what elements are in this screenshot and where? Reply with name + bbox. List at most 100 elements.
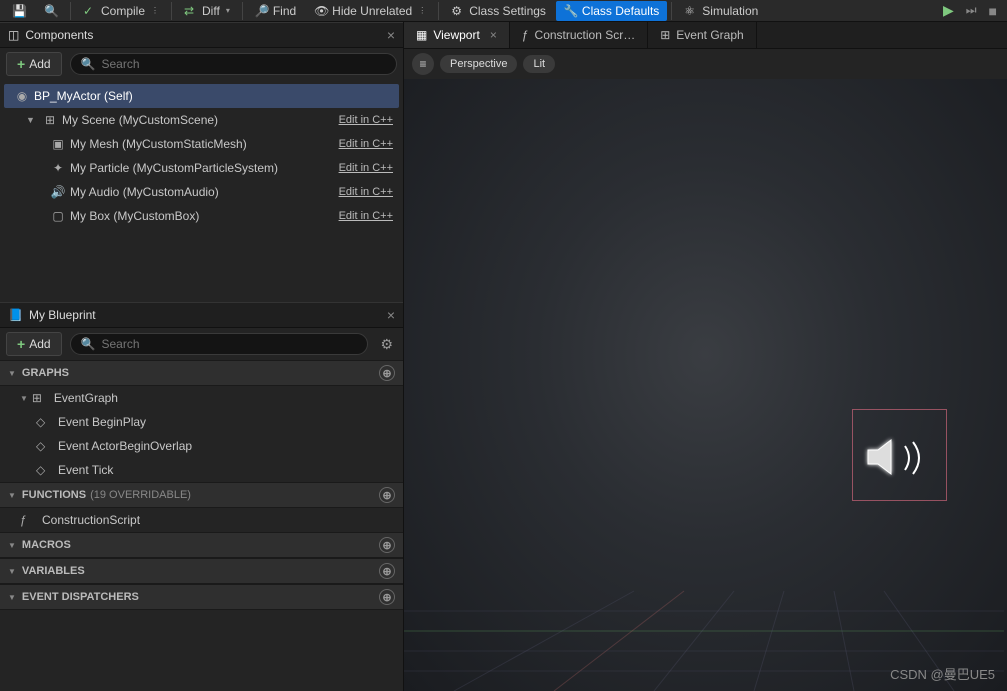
search-icon: 🔍: [81, 57, 96, 71]
perspective-dropdown[interactable]: Perspective: [440, 55, 517, 73]
scene-icon: ⊞: [42, 112, 58, 128]
save-button[interactable]: 💾: [4, 1, 34, 21]
components-title: Components: [25, 28, 93, 42]
tab-eventgraph[interactable]: ⊞ Event Graph: [648, 22, 756, 48]
diff-icon: ⇄: [184, 4, 198, 18]
dispatchers-section[interactable]: ▼ EVENT DISPATCHERS ⊕: [0, 584, 403, 610]
edit-cpp-link[interactable]: Edit in C++: [339, 138, 393, 150]
section-label: MACROS: [22, 539, 71, 551]
constructionscript-label: ConstructionScript: [42, 513, 140, 527]
myblueprint-tab[interactable]: 📘My Blueprint ×: [0, 302, 403, 328]
event-row[interactable]: ◇Event BeginPlay: [0, 410, 403, 434]
browse-icon: 🔍: [44, 4, 58, 18]
search-input[interactable]: [102, 57, 387, 71]
tab-label: Event Graph: [676, 28, 743, 42]
close-icon[interactable]: ×: [387, 27, 395, 43]
expand-icon[interactable]: ▼: [20, 394, 28, 403]
search-input[interactable]: [102, 337, 358, 351]
section-label: EVENT DISPATCHERS: [22, 591, 139, 603]
close-icon[interactable]: ×: [387, 307, 395, 323]
audio-component-gizmo[interactable]: [852, 409, 947, 501]
event-label: Event ActorBeginOverlap: [58, 439, 192, 453]
expand-icon[interactable]: ▼: [8, 593, 16, 602]
browse-button[interactable]: 🔍: [36, 1, 66, 21]
edit-cpp-link[interactable]: Edit in C++: [339, 186, 393, 198]
simulation-label: Simulation: [702, 4, 758, 18]
hide-unrelated-button[interactable]: 👁 Hide Unrelated ⋮: [306, 1, 434, 21]
mesh-icon: ▣: [50, 136, 66, 152]
macros-section[interactable]: ▼ MACROS ⊕: [0, 532, 403, 558]
add-macro-button[interactable]: ⊕: [379, 537, 395, 553]
section-label: VARIABLES: [22, 565, 85, 577]
diff-label: Diff: [202, 4, 220, 18]
functions-section[interactable]: ▼ FUNCTIONS (19 OVERRIDABLE) ⊕: [0, 482, 403, 508]
particle-icon: ✦: [50, 160, 66, 176]
box-icon: ▢: [50, 208, 66, 224]
gear-icon[interactable]: ⚙: [376, 336, 397, 353]
add-blueprint-button[interactable]: + Add: [6, 332, 62, 356]
class-settings-label: Class Settings: [469, 4, 546, 18]
tab-viewport[interactable]: ▦ Viewport ×: [404, 22, 510, 48]
soundwave-icon: [901, 438, 931, 478]
class-defaults-button[interactable]: 🔧 Class Defaults: [556, 1, 667, 21]
chevron-down-icon[interactable]: ⋮: [151, 6, 159, 15]
variables-section[interactable]: ▼ VARIABLES ⊕: [0, 558, 403, 584]
main-toolbar: 💾 🔍 ✓ Compile ⋮ ⇄ Diff ▾ 🔎 Find 👁 Hide U…: [0, 0, 1007, 22]
component-row[interactable]: ▢ My Box (MyCustomBox) Edit in C++: [4, 204, 399, 228]
section-label: GRAPHS: [22, 367, 69, 379]
play-button[interactable]: ▶: [937, 2, 960, 19]
diff-button[interactable]: ⇄ Diff ▾: [176, 1, 238, 21]
compile-button[interactable]: ✓ Compile ⋮: [75, 1, 167, 21]
find-button[interactable]: 🔎 Find: [247, 1, 304, 21]
event-row[interactable]: ◇Event Tick: [0, 458, 403, 482]
components-tab[interactable]: ◫Components ×: [0, 22, 403, 48]
edit-cpp-link[interactable]: Edit in C++: [339, 210, 393, 222]
component-row[interactable]: 🔊 My Audio (MyCustomAudio) Edit in C++: [4, 180, 399, 204]
add-label: Add: [29, 337, 50, 351]
graphs-section[interactable]: ▼ GRAPHS ⊕: [0, 360, 403, 386]
component-row[interactable]: ▼ ⊞ My Scene (MyCustomScene) Edit in C++: [4, 108, 399, 132]
expand-icon[interactable]: ▼: [8, 541, 16, 550]
viewport-tabs: ▦ Viewport × ƒ Construction Scr… ⊞ Event…: [404, 22, 1007, 49]
eventgraph-row[interactable]: ▼ ⊞ EventGraph: [0, 386, 403, 410]
actor-icon: ◉: [14, 88, 30, 104]
blueprint-search[interactable]: 🔍: [70, 333, 369, 355]
section-label: FUNCTIONS: [22, 489, 86, 501]
stop-button[interactable]: ■: [983, 3, 1003, 19]
expand-icon[interactable]: ▼: [8, 491, 16, 500]
class-settings-button[interactable]: ⚙ Class Settings: [443, 1, 554, 21]
add-variable-button[interactable]: ⊕: [379, 563, 395, 579]
edit-cpp-link[interactable]: Edit in C++: [339, 114, 393, 126]
constructionscript-row[interactable]: ƒ ConstructionScript: [0, 508, 403, 532]
viewport-menu[interactable]: ≡: [412, 53, 434, 75]
add-component-button[interactable]: + Add: [6, 52, 62, 76]
gear-icon: ⚙: [451, 4, 465, 18]
wrench-icon: 🔧: [564, 4, 578, 18]
components-search[interactable]: 🔍: [70, 53, 397, 75]
expand-icon[interactable]: ▼: [26, 115, 38, 125]
tab-construction[interactable]: ƒ Construction Scr…: [510, 22, 648, 48]
step-button[interactable]: ⏭: [962, 3, 981, 18]
expand-icon[interactable]: ▼: [8, 369, 16, 378]
chevron-down-icon[interactable]: ⋮: [418, 6, 426, 15]
root-name: BP_MyActor (Self): [34, 89, 393, 103]
event-row[interactable]: ◇Event ActorBeginOverlap: [0, 434, 403, 458]
component-name: My Scene (MyCustomScene): [62, 113, 339, 127]
close-icon[interactable]: ×: [490, 28, 497, 42]
component-root[interactable]: ◉ BP_MyActor (Self): [4, 84, 399, 108]
edit-cpp-link[interactable]: Edit in C++: [339, 162, 393, 174]
expand-icon[interactable]: ▼: [8, 567, 16, 576]
add-function-button[interactable]: ⊕: [379, 487, 395, 503]
add-graph-button[interactable]: ⊕: [379, 365, 395, 381]
add-dispatcher-button[interactable]: ⊕: [379, 589, 395, 605]
compile-label: Compile: [101, 4, 145, 18]
tab-label: Viewport: [433, 28, 479, 42]
viewport-3d[interactable]: CSDN @曼巴UE5: [404, 79, 1007, 691]
eye-icon: 👁: [314, 4, 328, 18]
component-row[interactable]: ✦ My Particle (MyCustomParticleSystem) E…: [4, 156, 399, 180]
chevron-down-icon[interactable]: ▾: [226, 6, 230, 15]
component-name: My Mesh (MyCustomStaticMesh): [70, 137, 339, 151]
simulation-button[interactable]: ⚛ Simulation: [676, 1, 766, 21]
lit-dropdown[interactable]: Lit: [523, 55, 555, 73]
component-row[interactable]: ▣ My Mesh (MyCustomStaticMesh) Edit in C…: [4, 132, 399, 156]
